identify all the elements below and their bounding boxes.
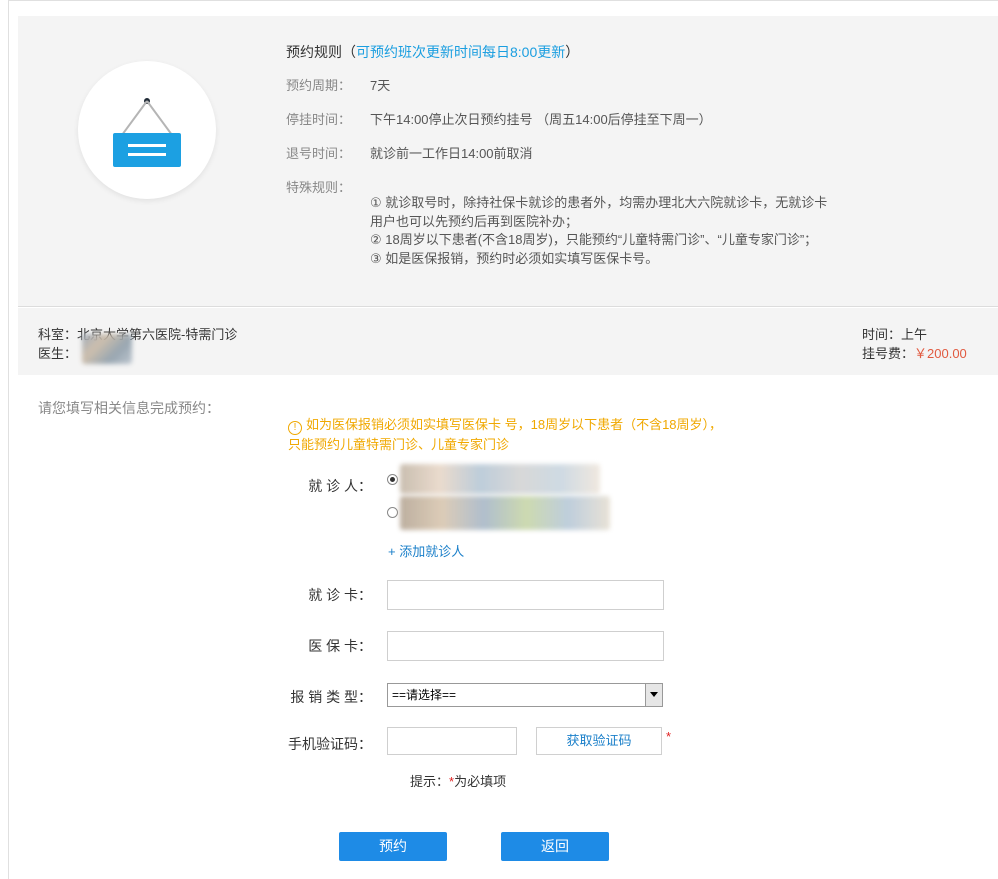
submit-button[interactable]: 预约 [339,832,447,861]
patient-1-redacted [400,464,600,494]
form-prompt: 请您填写相关信息完成预约： [38,400,220,416]
patient-radio-1[interactable] [387,474,398,485]
rules-title-paren-close: ） [565,44,580,60]
patient-label: 就 诊 人： [308,478,372,494]
reimburse-type-select[interactable]: ==请选择== [387,683,663,707]
time-label: 时间： [862,327,902,342]
department-label: 科室： [38,327,78,342]
doctor-name-redacted [82,334,132,364]
stop-time-label: 停挂时间： [286,112,352,127]
rules-title: 预约规则（可预约班次更新时间每日8:00更新） [286,42,579,62]
period-value: 7天 [370,78,391,93]
card-label: 就 诊 卡： [308,587,372,603]
required-hint: 提示：*为必填项 [410,771,506,790]
time-value: 上午 [901,327,928,342]
patient-radio-2[interactable] [387,507,398,518]
fee-value: ￥200.00 [914,346,967,361]
time-row: 时间：上午 [862,324,927,343]
doctor-row: 医生： [38,343,77,362]
insurance-warning: ! 如为医保报销必须如实填写医保卡 号，18周岁以下患者（不含18周岁），只能预约… [288,415,728,455]
insurance-warning-text: 如为医保报销必须如实填写医保卡 号，18周岁以下患者（不含18周岁），只能预约儿… [288,417,723,452]
hint-suffix: 为必填项 [454,774,507,789]
department-row: 科室：北京大学第六医院-特需门诊 [38,324,237,343]
rules-title-text: 预约规则 [286,44,342,60]
rules-update-note: 可预约班次更新时间每日8:00更新 [356,44,566,60]
insurance-card-input[interactable] [387,631,664,661]
fee-row: 挂号费：￥200.00 [862,343,967,362]
special-rules-list: ① 就诊取号时，除持社保卡就诊的患者外，均需办理北大六院就诊卡，无就诊卡用户也可… [370,194,832,268]
doctor-label: 医生： [38,346,78,361]
required-star: * [666,729,672,744]
special-rule-item: ③ 如是医保报销，预约时必须如实填写医保卡号。 [370,250,659,266]
hint-prefix: 提示： [410,774,450,789]
refund-time-value: 就诊前一工作日14:00前取消 [370,146,533,161]
period-label: 预约周期： [286,78,352,93]
stop-time-value: 下午14:00停止次日预约挂号 （周五14:00后停挂至下周一） [370,112,712,127]
patient-2-redacted [400,496,610,530]
special-rule-item: ① 就诊取号时，除持社保卡就诊的患者外，均需办理北大六院就诊卡，无就诊卡用户也可… [370,195,828,229]
special-rule-item: ② 18周岁以下患者(不含18周岁)，只能预约“儿童特需门诊”、“儿童专家门诊”… [370,232,818,247]
reimburse-type-selected: ==请选择== [392,688,457,702]
sms-code-input[interactable] [387,727,517,755]
refund-time-label: 退号时间： [286,146,352,161]
chevron-down-icon[interactable] [645,684,662,706]
rules-title-paren-open: （ [342,44,356,60]
appointment-info-bar: 科室：北京大学第六医院-特需门诊 医生： 时间：上午 挂号费：￥200.00 [18,308,998,375]
hanging-sign-icon [78,61,216,199]
fee-label: 挂号费： [862,346,915,361]
insurance-card-label: 医 保 卡： [308,638,372,654]
add-patient-link[interactable]: + 添加就诊人 [388,541,464,560]
get-code-button[interactable]: 获取验证码 [536,727,662,755]
special-rules-label: 特殊规则： [286,180,352,195]
sms-code-label: 手机验证码： [288,736,372,752]
reimburse-type-label: 报 销 类 型： [290,689,372,705]
exclamation-circle-icon: ! [288,421,302,435]
back-button[interactable]: 返回 [501,832,609,861]
card-input[interactable] [387,580,664,610]
